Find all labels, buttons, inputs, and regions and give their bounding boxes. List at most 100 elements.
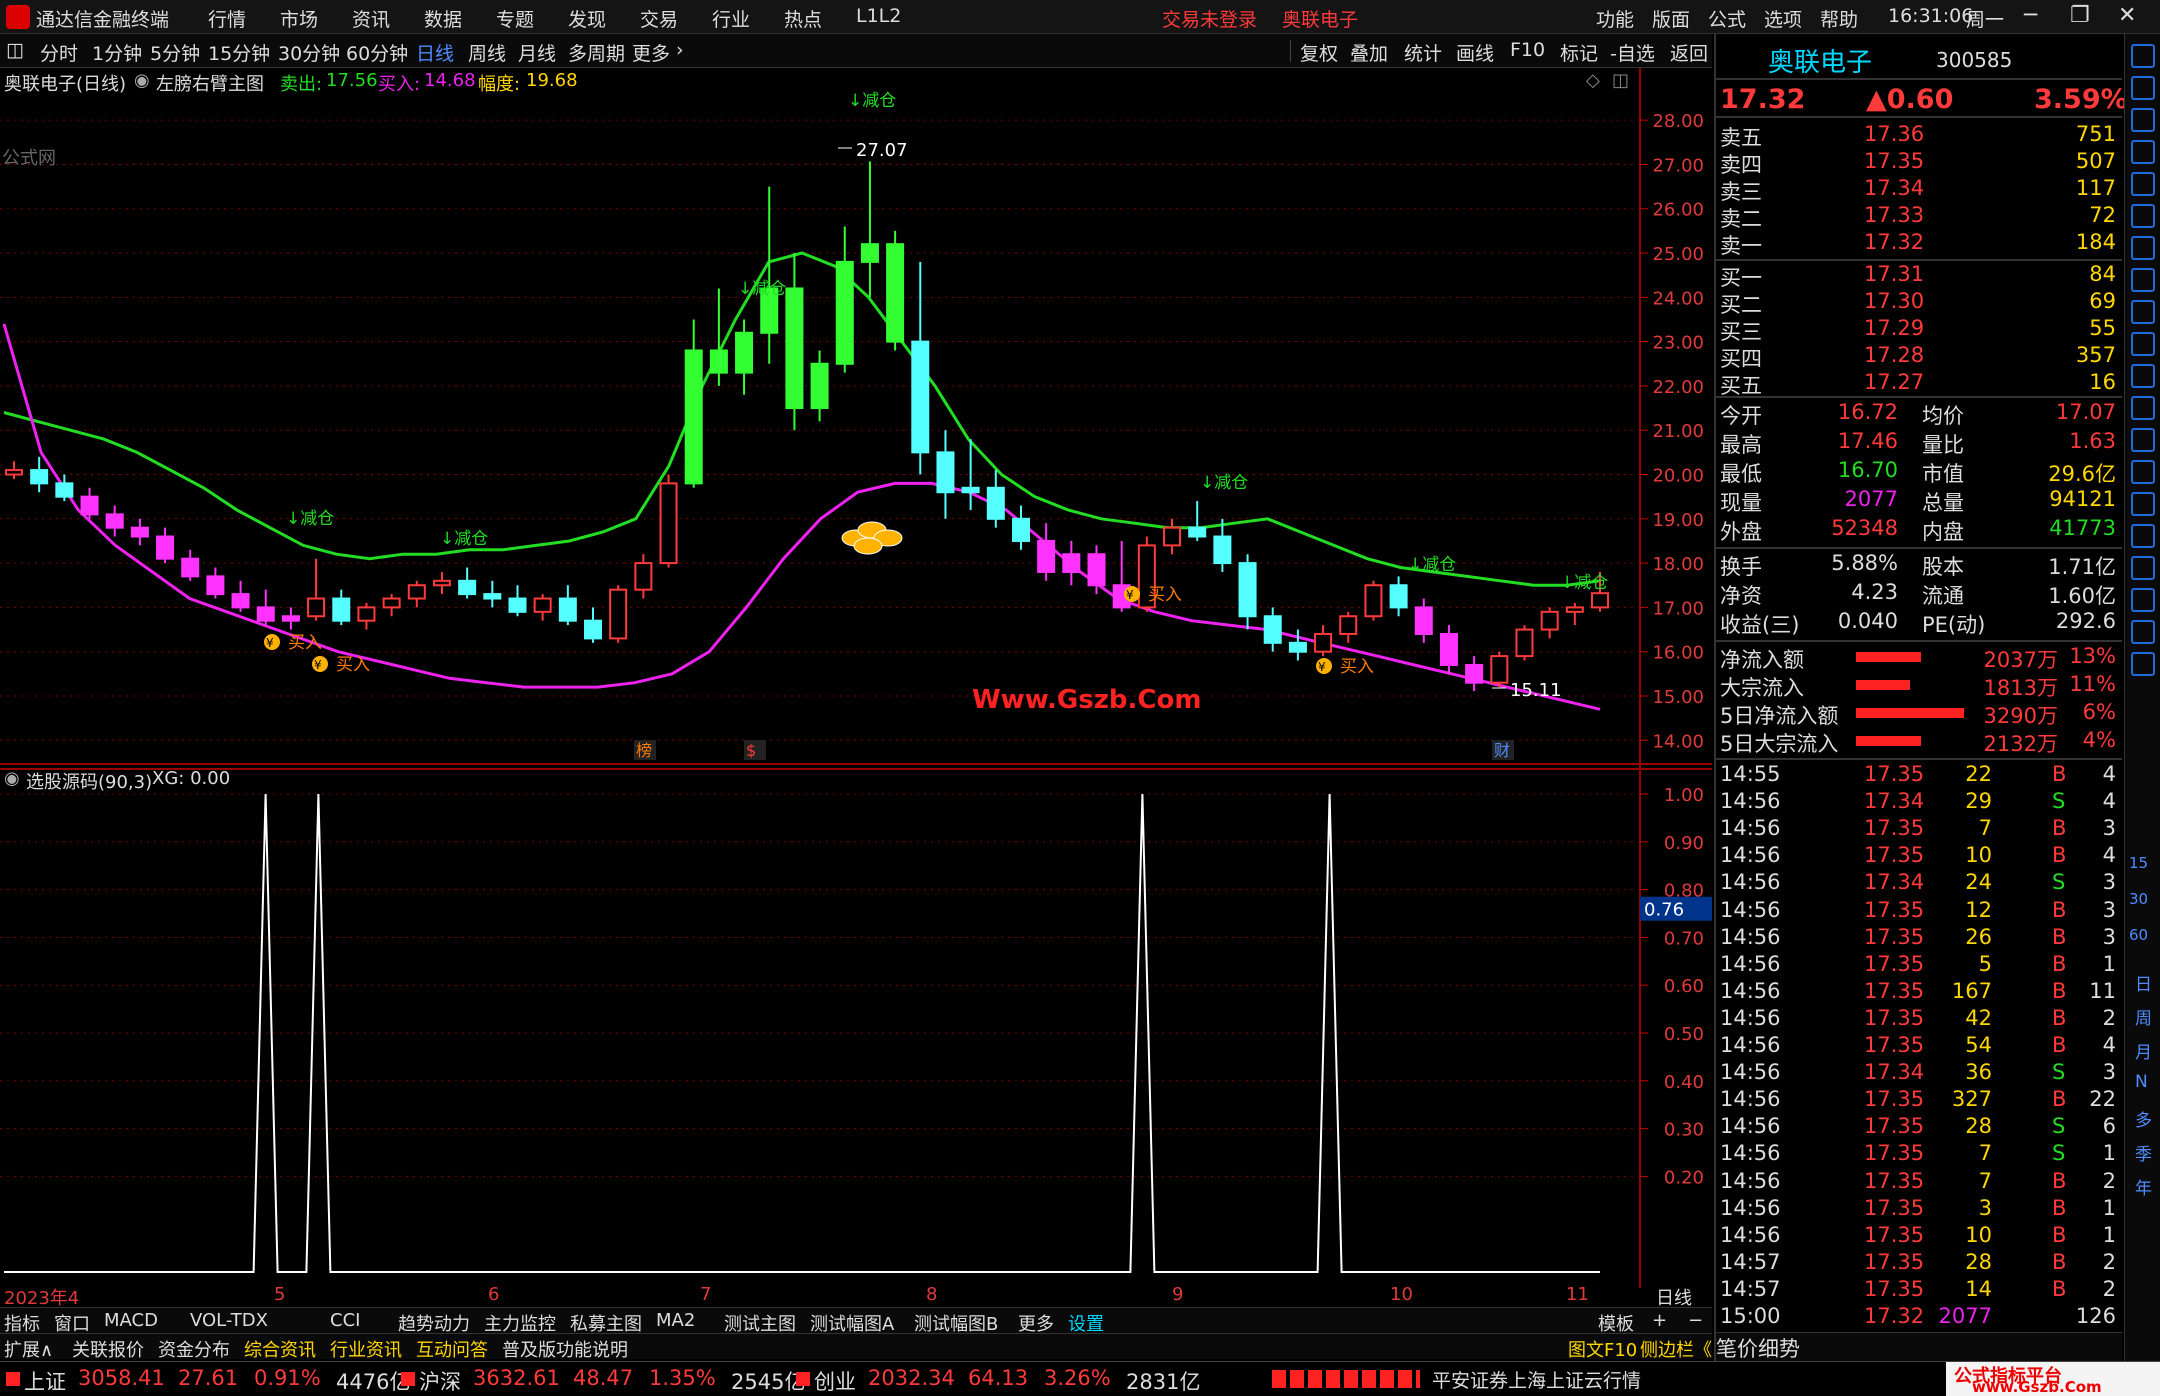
info-tab[interactable]: 扩展∧ — [4, 1336, 53, 1362]
period-shortcut[interactable]: 年 — [2135, 1174, 2152, 1199]
grid-icon[interactable] — [2131, 140, 2155, 164]
tick-row[interactable]: 14:56 17.35 7 B 3 — [1716, 816, 2122, 843]
add-tab-button[interactable]: + — [1652, 1310, 1667, 1331]
bid-row[interactable]: 买四 17.28 357 — [1716, 343, 2122, 371]
tick-row[interactable]: 14:56 17.35 7 S 1 — [1716, 1141, 2122, 1168]
tool-draw[interactable]: 画线 — [1456, 39, 1494, 66]
tick-row[interactable]: 14:56 17.35 26 B 3 — [1716, 925, 2122, 952]
quote-tab[interactable]: 细 — [1758, 1337, 1779, 1361]
quote-tab[interactable]: 笔 — [1716, 1337, 1737, 1361]
menu-item-industry[interactable]: 行业 — [712, 5, 750, 32]
pen-icon[interactable] — [2131, 588, 2155, 612]
menu-item-quotes[interactable]: 行情 — [208, 5, 246, 32]
collapse-icon[interactable]: ◫ — [1612, 70, 1629, 91]
bid-row[interactable]: 买二 17.30 69 — [1716, 289, 2122, 317]
plus-icon[interactable] — [2131, 44, 2155, 68]
menu-item-l1l2[interactable]: L1L2 — [856, 5, 901, 27]
info-tab[interactable]: 关联报价 — [72, 1336, 144, 1362]
doc-icon[interactable] — [2131, 364, 2155, 388]
tool-adjust[interactable]: 复权 — [1300, 39, 1338, 66]
menu-item-options[interactable]: 选项 — [1764, 5, 1802, 32]
period-60min[interactable]: 60分钟 — [346, 39, 408, 66]
tick-row[interactable]: 14:56 17.35 28 S 6 — [1716, 1114, 2122, 1141]
kline-chart[interactable]: 28.00 27.00 26.00 25.00 24.00 23.00 22.00 21.00… — [0, 68, 1712, 768]
tick-row[interactable]: 14:56 17.35 5 B 1 — [1716, 952, 2122, 979]
period-weekly[interactable]: 周线 — [468, 39, 506, 66]
restore-icon[interactable]: ❐ — [2070, 3, 2090, 28]
indicator-tab[interactable]: VOL-TDX — [190, 1310, 268, 1331]
tick-row[interactable]: 15:00 17.32 2077 126 — [1716, 1304, 2122, 1331]
indicator-chart[interactable]: 1.000.900.800.700.600.500.400.300.200.76 — [0, 768, 1712, 1288]
f10-icon[interactable] — [2131, 300, 2155, 324]
tool-watchlist[interactable]: -自选 — [1610, 39, 1655, 66]
sidebar-button[interactable]: 侧边栏《 — [1640, 1336, 1712, 1362]
chart-icon[interactable] — [2131, 204, 2155, 228]
quote-tab[interactable]: 势 — [1779, 1337, 1800, 1361]
ask-row[interactable]: 卖三 17.34 117 — [1716, 176, 2122, 204]
menu-item-help[interactable]: 帮助 — [1820, 5, 1858, 32]
indicator-name[interactable]: 左膀右臂主图 — [156, 70, 264, 96]
period-more[interactable]: 更多 — [632, 39, 670, 66]
tool-mark[interactable]: 标记 — [1560, 39, 1598, 66]
menu-item-news[interactable]: 资讯 — [352, 5, 390, 32]
period-shortcut[interactable]: 日 — [2135, 970, 2152, 995]
tick-row[interactable]: 14:55 17.35 22 B 4 — [1716, 762, 2122, 789]
clock-icon[interactable] — [2131, 460, 2155, 484]
arrow-up-icon[interactable] — [2131, 76, 2155, 100]
period-shortcut[interactable]: 15 — [2129, 854, 2148, 872]
refresh-icon[interactable] — [2131, 428, 2155, 452]
period-monthly[interactable]: 月线 — [518, 39, 556, 66]
tick-row[interactable]: 14:56 17.35 167 B 11 — [1716, 979, 2122, 1006]
bid-row[interactable]: 买一 17.31 84 — [1716, 262, 2122, 290]
indicator-tab[interactable]: CCI — [330, 1310, 360, 1331]
period-shortcut[interactable]: 30 — [2129, 890, 2148, 908]
tick-row[interactable]: 14:56 17.35 54 B 4 — [1716, 1033, 2122, 1060]
ask-row[interactable]: 卖一 17.32 184 — [1716, 230, 2122, 258]
table-icon[interactable] — [2131, 332, 2155, 356]
list-icon[interactable] — [2131, 172, 2155, 196]
f2-icon[interactable] — [2131, 396, 2155, 420]
quote-tab[interactable]: 价 — [1737, 1337, 1758, 1361]
info-tab[interactable]: 行业资讯 — [330, 1336, 402, 1362]
bid-row[interactable]: 买五 17.27 16 — [1716, 370, 2122, 398]
tick-row[interactable]: 14:56 17.34 29 S 4 — [1716, 789, 2122, 816]
tick-row[interactable]: 14:56 17.35 10 B 4 — [1716, 843, 2122, 870]
menu-item-trade[interactable]: 交易 — [640, 5, 678, 32]
menu-item-formula[interactable]: 公式 — [1708, 5, 1746, 32]
indicator-tab[interactable]: MA2 — [656, 1310, 695, 1331]
period-30min[interactable]: 30分钟 — [278, 39, 340, 66]
menu-item-hot[interactable]: 热点 — [784, 5, 822, 32]
info-tab[interactable]: 普及版功能说明 — [502, 1336, 628, 1362]
tool-back[interactable]: 返回 — [1670, 39, 1708, 66]
close-icon[interactable]: ✕ — [2118, 3, 2136, 28]
period-shortcut[interactable]: 季 — [2135, 1140, 2152, 1165]
diamond-icon[interactable]: ◇ — [1586, 70, 1600, 91]
bars-icon[interactable] — [2131, 236, 2155, 260]
info-tab[interactable]: 综合资讯 — [244, 1336, 316, 1362]
sidebar-toggle-icon[interactable]: ◫ — [6, 39, 24, 61]
menu-item-market[interactable]: 市场 — [280, 5, 318, 32]
tick-row[interactable]: 14:56 17.35 7 B 2 — [1716, 1169, 2122, 1196]
period-shortcut[interactable]: 月 — [2135, 1038, 2152, 1063]
period-shortcut[interactable]: N — [2135, 1072, 2148, 1092]
ask-row[interactable]: 卖四 17.35 507 — [1716, 149, 2122, 177]
period-shortcut[interactable]: 60 — [2129, 926, 2148, 944]
menu-item-data[interactable]: 数据 — [424, 5, 462, 32]
tick-row[interactable]: 14:56 17.35 42 B 2 — [1716, 1006, 2122, 1033]
info-tab[interactable]: 资金分布 — [158, 1336, 230, 1362]
period-1min[interactable]: 1分钟 — [92, 39, 142, 66]
bid-row[interactable]: 买三 17.29 55 — [1716, 316, 2122, 344]
move-icon[interactable] — [2131, 556, 2155, 580]
indicator-tab[interactable]: MACD — [104, 1310, 158, 1331]
f10-button[interactable]: 图文F10 — [1568, 1336, 1637, 1362]
chevron-right-icon[interactable]: › — [676, 39, 684, 61]
tick-row[interactable]: 14:57 17.35 28 B 2 — [1716, 1250, 2122, 1277]
tick-row[interactable]: 14:56 17.35 3 B 1 — [1716, 1196, 2122, 1223]
minimize-icon[interactable]: ─ — [2024, 3, 2037, 28]
period-intraday[interactable]: 分时 — [40, 39, 78, 66]
tick-row[interactable]: 14:56 17.35 10 B 1 — [1716, 1223, 2122, 1250]
menu-item-function[interactable]: 功能 — [1596, 5, 1634, 32]
sub-dropdown-icon[interactable]: ◉ — [4, 768, 20, 789]
remove-tab-button[interactable]: − — [1688, 1310, 1703, 1331]
tick-row[interactable]: 14:56 17.35 12 B 3 — [1716, 898, 2122, 925]
